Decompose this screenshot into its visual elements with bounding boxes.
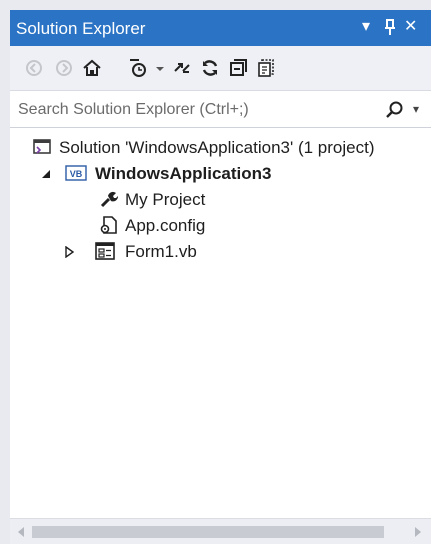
window-position-dropdown-icon[interactable]: ▾ <box>362 17 370 37</box>
scroll-right-arrow-icon[interactable] <box>413 525 423 539</box>
vb-badge-text: VB <box>70 169 83 179</box>
search-options-dropdown-icon[interactable]: ▾ <box>413 102 419 116</box>
solution-icon <box>32 138 52 156</box>
tree-item-app-config[interactable]: App.config <box>10 212 431 238</box>
collapse-all-icon[interactable] <box>226 56 250 80</box>
search-icon[interactable] <box>384 99 408 121</box>
forward-icon[interactable] <box>52 56 76 80</box>
tree-item-label: App.config <box>125 216 206 235</box>
tree-item-label: Solution 'WindowsApplication3' (1 projec… <box>59 138 375 157</box>
pin-icon[interactable] <box>383 17 397 42</box>
sync-with-document-icon[interactable] <box>170 56 194 80</box>
solution-explorer-window: Solution Explorer ▾ ✕ Search Solution Ex… <box>10 10 431 544</box>
refresh-icon[interactable] <box>198 56 222 80</box>
back-icon[interactable] <box>22 56 46 80</box>
form-icon <box>95 242 115 260</box>
tree-item-label: Form1.vb <box>125 242 197 261</box>
home-icon[interactable] <box>80 56 104 80</box>
window-title: Solution Explorer <box>16 19 146 38</box>
tree-item-label: WindowsApplication3 <box>95 164 272 183</box>
expanded-arrow-icon[interactable] <box>40 167 52 179</box>
tree-item-label: My Project <box>125 190 206 209</box>
scroll-left-arrow-icon[interactable] <box>16 525 26 539</box>
tree-item-project[interactable]: VB WindowsApplication3 <box>10 160 431 186</box>
collapsed-arrow-icon[interactable] <box>63 245 75 259</box>
scrollbar-thumb[interactable] <box>32 526 384 538</box>
solution-tree: Solution 'WindowsApplication3' (1 projec… <box>10 128 431 518</box>
config-file-icon <box>99 216 119 234</box>
show-all-files-icon[interactable] <box>254 56 278 80</box>
vb-project-icon: VB <box>65 164 87 182</box>
tree-item-form1[interactable]: Form1.vb <box>10 238 431 264</box>
horizontal-scrollbar[interactable] <box>10 518 431 544</box>
tree-item-my-project[interactable]: My Project <box>10 186 431 212</box>
search-box[interactable]: Search Solution Explorer (Ctrl+;) ▾ <box>10 90 431 128</box>
tree-item-solution[interactable]: Solution 'WindowsApplication3' (1 projec… <box>10 134 431 160</box>
pending-changes-filter-icon[interactable] <box>126 56 150 80</box>
toolbar <box>10 46 431 90</box>
wrench-icon <box>99 190 119 208</box>
search-placeholder[interactable]: Search Solution Explorer (Ctrl+;) <box>18 101 249 119</box>
title-bar[interactable]: Solution Explorer ▾ ✕ <box>10 10 431 46</box>
close-icon[interactable]: ✕ <box>404 17 417 37</box>
dropdown-icon[interactable] <box>148 56 172 80</box>
